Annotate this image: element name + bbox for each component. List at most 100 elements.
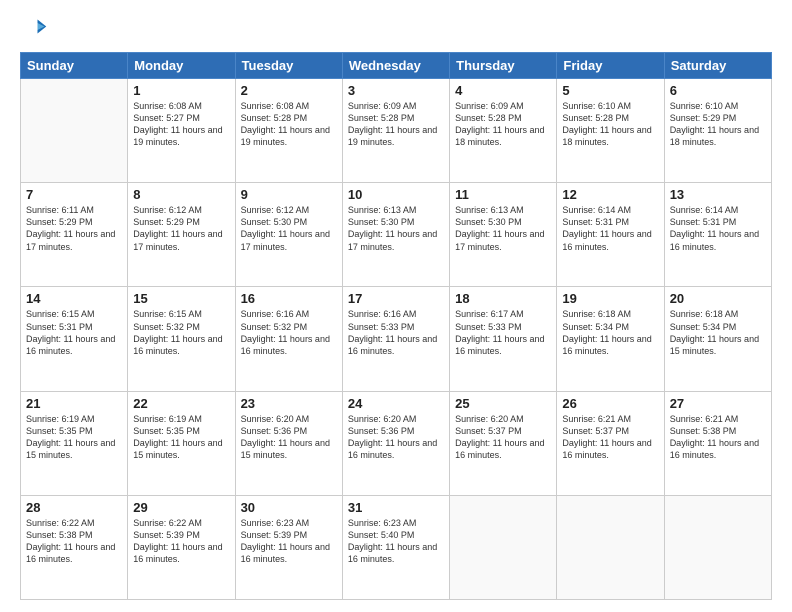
day-info: Sunrise: 6:15 AM Sunset: 5:32 PM Dayligh… xyxy=(133,308,229,357)
calendar-cell: 19 Sunrise: 6:18 AM Sunset: 5:34 PM Dayli… xyxy=(557,287,664,391)
calendar-cell: 28 Sunrise: 6:22 AM Sunset: 5:38 PM Dayli… xyxy=(21,495,128,599)
day-info: Sunrise: 6:19 AM Sunset: 5:35 PM Dayligh… xyxy=(26,413,122,462)
day-number: 14 xyxy=(26,291,122,306)
header xyxy=(20,16,772,44)
day-number: 3 xyxy=(348,83,444,98)
weekday-header-wednesday: Wednesday xyxy=(342,53,449,79)
calendar-cell: 15 Sunrise: 6:15 AM Sunset: 5:32 PM Dayli… xyxy=(128,287,235,391)
day-info: Sunrise: 6:11 AM Sunset: 5:29 PM Dayligh… xyxy=(26,204,122,253)
calendar-cell: 21Sunrise: 6:19 AM Sunset: 5:35 PM Dayli… xyxy=(21,391,128,495)
day-info: Sunrise: 6:21 AM Sunset: 5:37 PM Dayligh… xyxy=(562,413,658,462)
day-number: 6 xyxy=(670,83,766,98)
day-info: Sunrise: 6:10 AM Sunset: 5:29 PM Dayligh… xyxy=(670,100,766,149)
day-number: 22 xyxy=(133,396,229,411)
day-info: Sunrise: 6:22 AM Sunset: 5:38 PM Dayligh… xyxy=(26,517,122,566)
weekday-header-row: SundayMondayTuesdayWednesdayThursdayFrid… xyxy=(21,53,772,79)
day-number: 23 xyxy=(241,396,337,411)
day-number: 2 xyxy=(241,83,337,98)
calendar-cell: 20Sunrise: 6:18 AM Sunset: 5:34 PM Dayli… xyxy=(664,287,771,391)
calendar-cell: 27 Sunrise: 6:21 AM Sunset: 5:38 PM Dayli… xyxy=(664,391,771,495)
day-number: 17 xyxy=(348,291,444,306)
day-info: Sunrise: 6:16 AM Sunset: 5:32 PM Dayligh… xyxy=(241,308,337,357)
day-number: 1 xyxy=(133,83,229,98)
weekday-header-thursday: Thursday xyxy=(450,53,557,79)
day-number: 27 xyxy=(670,396,766,411)
day-info: Sunrise: 6:22 AM Sunset: 5:39 PM Dayligh… xyxy=(133,517,229,566)
day-info: Sunrise: 6:16 AM Sunset: 5:33 PM Dayligh… xyxy=(348,308,444,357)
day-info: Sunrise: 6:23 AM Sunset: 5:40 PM Dayligh… xyxy=(348,517,444,566)
day-info: Sunrise: 6:08 AM Sunset: 5:27 PM Dayligh… xyxy=(133,100,229,149)
day-info: Sunrise: 6:18 AM Sunset: 5:34 PM Dayligh… xyxy=(562,308,658,357)
calendar-cell: 13 Sunrise: 6:14 AM Sunset: 5:31 PM Dayli… xyxy=(664,183,771,287)
day-info: Sunrise: 6:20 AM Sunset: 5:36 PM Dayligh… xyxy=(241,413,337,462)
day-info: Sunrise: 6:13 AM Sunset: 5:30 PM Dayligh… xyxy=(348,204,444,253)
day-number: 30 xyxy=(241,500,337,515)
day-number: 29 xyxy=(133,500,229,515)
calendar-cell: 26 Sunrise: 6:21 AM Sunset: 5:37 PM Dayli… xyxy=(557,391,664,495)
day-info: Sunrise: 6:14 AM Sunset: 5:31 PM Dayligh… xyxy=(670,204,766,253)
day-number: 19 xyxy=(562,291,658,306)
calendar-cell: 2Sunrise: 6:08 AM Sunset: 5:28 PM Daylig… xyxy=(235,79,342,183)
day-number: 7 xyxy=(26,187,122,202)
week-row-3: 14 Sunrise: 6:15 AM Sunset: 5:31 PM Dayli… xyxy=(21,287,772,391)
page: SundayMondayTuesdayWednesdayThursdayFrid… xyxy=(0,0,792,612)
calendar-cell xyxy=(664,495,771,599)
calendar-cell: 11 Sunrise: 6:13 AM Sunset: 5:30 PM Dayli… xyxy=(450,183,557,287)
day-info: Sunrise: 6:18 AM Sunset: 5:34 PM Dayligh… xyxy=(670,308,766,357)
logo-icon xyxy=(20,16,48,44)
day-info: Sunrise: 6:13 AM Sunset: 5:30 PM Dayligh… xyxy=(455,204,551,253)
day-number: 11 xyxy=(455,187,551,202)
calendar-cell xyxy=(557,495,664,599)
day-info: Sunrise: 6:12 AM Sunset: 5:29 PM Dayligh… xyxy=(133,204,229,253)
calendar-cell: 16 Sunrise: 6:16 AM Sunset: 5:32 PM Dayli… xyxy=(235,287,342,391)
day-number: 13 xyxy=(670,187,766,202)
weekday-header-saturday: Saturday xyxy=(664,53,771,79)
calendar-cell: 22 Sunrise: 6:19 AM Sunset: 5:35 PM Dayli… xyxy=(128,391,235,495)
day-number: 31 xyxy=(348,500,444,515)
calendar-cell: 9Sunrise: 6:12 AM Sunset: 5:30 PM Daylig… xyxy=(235,183,342,287)
day-info: Sunrise: 6:19 AM Sunset: 5:35 PM Dayligh… xyxy=(133,413,229,462)
calendar-cell: 24Sunrise: 6:20 AM Sunset: 5:36 PM Dayli… xyxy=(342,391,449,495)
calendar-cell xyxy=(450,495,557,599)
calendar-cell: 23 Sunrise: 6:20 AM Sunset: 5:36 PM Dayli… xyxy=(235,391,342,495)
week-row-1: 1 Sunrise: 6:08 AM Sunset: 5:27 PM Daylig… xyxy=(21,79,772,183)
calendar-cell: 10 Sunrise: 6:13 AM Sunset: 5:30 PM Dayli… xyxy=(342,183,449,287)
day-info: Sunrise: 6:17 AM Sunset: 5:33 PM Dayligh… xyxy=(455,308,551,357)
day-number: 12 xyxy=(562,187,658,202)
calendar-table: SundayMondayTuesdayWednesdayThursdayFrid… xyxy=(20,52,772,600)
day-info: Sunrise: 6:14 AM Sunset: 5:31 PM Dayligh… xyxy=(562,204,658,253)
calendar-cell: 4 Sunrise: 6:09 AM Sunset: 5:28 PM Daylig… xyxy=(450,79,557,183)
calendar-cell: 5Sunrise: 6:10 AM Sunset: 5:28 PM Daylig… xyxy=(557,79,664,183)
day-number: 10 xyxy=(348,187,444,202)
day-info: Sunrise: 6:20 AM Sunset: 5:37 PM Dayligh… xyxy=(455,413,551,462)
calendar-cell: 30 Sunrise: 6:23 AM Sunset: 5:39 PM Dayli… xyxy=(235,495,342,599)
day-number: 15 xyxy=(133,291,229,306)
calendar-cell xyxy=(21,79,128,183)
day-number: 9 xyxy=(241,187,337,202)
day-number: 28 xyxy=(26,500,122,515)
weekday-header-friday: Friday xyxy=(557,53,664,79)
day-info: Sunrise: 6:09 AM Sunset: 5:28 PM Dayligh… xyxy=(455,100,551,149)
day-number: 5 xyxy=(562,83,658,98)
calendar-cell: 8Sunrise: 6:12 AM Sunset: 5:29 PM Daylig… xyxy=(128,183,235,287)
day-info: Sunrise: 6:23 AM Sunset: 5:39 PM Dayligh… xyxy=(241,517,337,566)
logo xyxy=(20,16,52,44)
day-info: Sunrise: 6:09 AM Sunset: 5:28 PM Dayligh… xyxy=(348,100,444,149)
week-row-2: 7 Sunrise: 6:11 AM Sunset: 5:29 PM Daylig… xyxy=(21,183,772,287)
weekday-header-tuesday: Tuesday xyxy=(235,53,342,79)
calendar-cell: 7 Sunrise: 6:11 AM Sunset: 5:29 PM Daylig… xyxy=(21,183,128,287)
day-info: Sunrise: 6:21 AM Sunset: 5:38 PM Dayligh… xyxy=(670,413,766,462)
calendar-cell: 6 Sunrise: 6:10 AM Sunset: 5:29 PM Daylig… xyxy=(664,79,771,183)
calendar-cell: 1 Sunrise: 6:08 AM Sunset: 5:27 PM Daylig… xyxy=(128,79,235,183)
calendar-cell: 14 Sunrise: 6:15 AM Sunset: 5:31 PM Dayli… xyxy=(21,287,128,391)
day-info: Sunrise: 6:20 AM Sunset: 5:36 PM Dayligh… xyxy=(348,413,444,462)
weekday-header-monday: Monday xyxy=(128,53,235,79)
calendar-cell: 17 Sunrise: 6:16 AM Sunset: 5:33 PM Dayli… xyxy=(342,287,449,391)
day-number: 16 xyxy=(241,291,337,306)
day-number: 18 xyxy=(455,291,551,306)
day-number: 4 xyxy=(455,83,551,98)
calendar-cell: 29 Sunrise: 6:22 AM Sunset: 5:39 PM Dayli… xyxy=(128,495,235,599)
calendar-cell: 12 Sunrise: 6:14 AM Sunset: 5:31 PM Dayli… xyxy=(557,183,664,287)
day-info: Sunrise: 6:15 AM Sunset: 5:31 PM Dayligh… xyxy=(26,308,122,357)
day-number: 26 xyxy=(562,396,658,411)
